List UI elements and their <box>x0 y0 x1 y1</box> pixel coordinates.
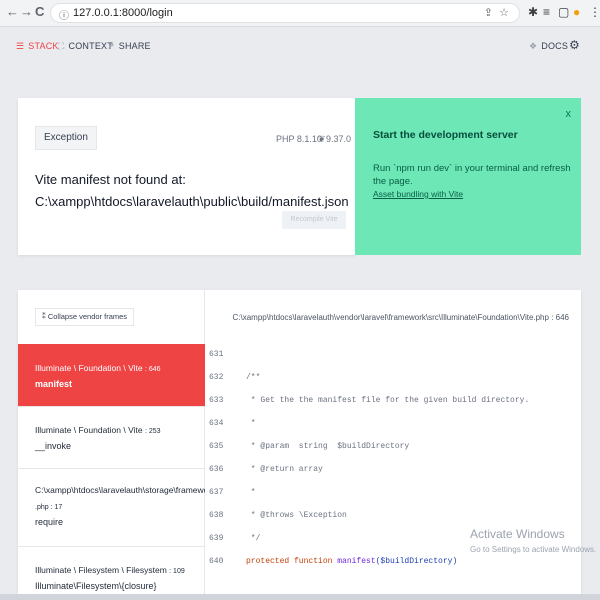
line-number: 638 <box>209 511 224 520</box>
code-line: 637 * <box>205 483 581 506</box>
frame-line: : 646 <box>144 366 161 373</box>
frames-list: ⁑ Collapse vendor frames Illuminate \ Fo… <box>18 290 205 600</box>
nav-docs[interactable]: ❖ DOCS <box>529 41 568 52</box>
code-line: 638 * @throws \Exception <box>205 506 581 529</box>
tab-search-icon[interactable]: ▢ <box>558 5 569 19</box>
frame-method: Illuminate\Filesystem\{closure} <box>35 581 157 591</box>
windows-activation-watermark: Activate Windows Go to Settings to activ… <box>470 527 596 554</box>
frame-line: : 109 <box>169 568 185 575</box>
frame-line: .php : 17 <box>35 504 63 511</box>
line-text: * <box>246 419 256 428</box>
laravel-logo-icon: ❦ <box>318 134 326 144</box>
line-text: */ <box>246 534 261 543</box>
collapse-label: Collapse vendor frames <box>47 312 128 321</box>
code-line: 636 * @return array <box>205 460 581 483</box>
code-line: 633 * Get the the manifest file for the … <box>205 391 581 414</box>
url-text[interactable]: 127.0.0.1:8000/login <box>73 7 173 19</box>
media-icon[interactable]: ≡ <box>543 5 550 19</box>
stack-frame[interactable]: Illuminate \ Foundation \ Vite : 646 man… <box>18 344 205 407</box>
stack-icon: ☰ <box>16 41 25 51</box>
line-text: * <box>246 488 256 497</box>
solution-title: Start the development server <box>373 129 518 141</box>
watermark-subtitle: Go to Settings to activate Windows. <box>470 545 597 554</box>
context-icon: ⛶ <box>58 41 65 51</box>
line-number: 634 <box>209 419 224 428</box>
nav-share[interactable]: ↗ SHARE <box>107 41 151 52</box>
line-number: 632 <box>209 373 224 382</box>
line-text: /** <box>246 373 261 382</box>
code-line: 631 <box>205 345 581 368</box>
file-path-text: C:\xampp\htdocs\laravelauth\vendor\larav… <box>232 313 549 322</box>
forward-icon[interactable]: → <box>20 4 33 19</box>
address-bar[interactable]: ⓘ 127.0.0.1:8000/login ⇪ ☆ <box>50 3 520 23</box>
extensions-icon[interactable]: ✱ <box>528 5 538 19</box>
line-text: * @return array <box>246 465 323 474</box>
line-text: * @throws \Exception <box>246 511 347 520</box>
line-text: protected function manifest($buildDirect… <box>246 557 457 566</box>
share-icon: ↗ <box>107 41 115 51</box>
solution-panel: x Start the development server Run `npm … <box>355 98 581 255</box>
line-number: 635 <box>209 442 224 451</box>
nav-share-label: SHARE <box>118 41 151 51</box>
frame-method: __invoke <box>35 441 72 451</box>
exception-message-line-2: C:\xampp\htdocs\laravelauth\public\build… <box>35 194 349 209</box>
exception-message-line-1: Vite manifest not found at: <box>35 172 186 187</box>
docs-icon: ❖ <box>529 41 538 51</box>
close-icon[interactable]: x <box>566 108 572 120</box>
frame-method: require <box>35 517 64 527</box>
line-number: 633 <box>209 396 224 405</box>
settings-gear-icon[interactable]: ⚙ <box>569 38 580 52</box>
stack-frame[interactable]: C:\xampp\htdocs\laravelauth\storage\fram… <box>18 469 205 547</box>
bookmark-star-icon[interactable]: ☆ <box>499 6 509 19</box>
solution-description: Run `npm run dev` in your terminal and r… <box>373 163 571 187</box>
ignition-nav: ☰ STACK ⛶ CONTEXT ↗ SHARE ❖ DOCS ⚙ <box>0 28 600 66</box>
line-number: 640 <box>209 557 224 566</box>
code-function-name: manifest <box>337 557 376 566</box>
taskbar <box>0 594 600 600</box>
code-arguments: ($buildDirectory) <box>375 557 458 566</box>
file-path[interactable]: C:\xampp\htdocs\laravelauth\vendor\larav… <box>233 313 570 322</box>
nav-docs-label: DOCS <box>541 41 569 51</box>
watermark-title: Activate Windows <box>470 527 565 541</box>
code-line: 635 * @param string $buildDirectory <box>205 437 581 460</box>
browser-menu-icon[interactable]: ⋮ <box>589 5 600 19</box>
nav-context[interactable]: ⛶ CONTEXT <box>58 41 113 52</box>
frame-method: manifest <box>35 379 73 389</box>
nav-stack-label: STACK <box>28 41 59 51</box>
frame-class: Illuminate \ Filesystem \ Filesystem <box>35 565 167 575</box>
collapse-vendor-frames-button[interactable]: ⁑ Collapse vendor frames <box>35 308 135 326</box>
nav-stack[interactable]: ☰ STACK <box>16 41 59 52</box>
code-line: 640 protected function manifest($buildDir… <box>205 552 581 575</box>
line-text: * Get the the manifest file for the give… <box>246 396 530 405</box>
stack-frame[interactable]: Illuminate \ Foundation \ Vite : 253 __i… <box>18 407 205 469</box>
recompile-button[interactable]: Recompile Vite <box>282 211 346 229</box>
line-number: 639 <box>209 534 224 543</box>
line-number: 636 <box>209 465 224 474</box>
line-number: 637 <box>209 488 224 497</box>
browser-toolbar: ← → C ⓘ 127.0.0.1:8000/login ⇪ ☆ ✱ ≡ ▢ ●… <box>0 0 600 27</box>
code-line: 632 /** <box>205 368 581 391</box>
frame-class: C:\xampp\htdocs\laravelauth\storage\fram… <box>35 485 205 495</box>
frame-line: : 253 <box>144 428 161 435</box>
laravel-version: 9.37.0 <box>326 134 352 144</box>
stack-frame[interactable]: Illuminate \ Filesystem \ Filesystem : 1… <box>18 547 205 600</box>
code-line: 634 * <box>205 414 581 437</box>
exception-message: Vite manifest not found at: C:\xampp\htd… <box>35 170 349 212</box>
line-number: 631 <box>209 350 224 359</box>
share-page-icon[interactable]: ⇪ <box>484 6 493 19</box>
reload-icon[interactable]: C <box>35 4 44 19</box>
frame-class: Illuminate \ Foundation \ Vite <box>35 363 143 373</box>
frame-class: Illuminate \ Foundation \ Vite <box>35 425 143 435</box>
exception-card: Exception PHP 8.1.10 ❦ 9.37.0 Vite manif… <box>18 98 355 255</box>
vite-docs-link[interactable]: Asset bundling with Vite <box>373 189 463 199</box>
info-icon[interactable]: ⓘ <box>59 7 69 22</box>
php-version: PHP 8.1.10 <box>276 134 322 144</box>
back-icon[interactable]: ← <box>6 4 19 19</box>
line-text: * @param string $buildDirectory <box>246 442 410 451</box>
profile-icon[interactable]: ● <box>573 5 580 19</box>
file-path-line: : 646 <box>551 313 569 322</box>
code-keyword: protected function <box>246 557 338 566</box>
exception-type-badge: Exception <box>35 126 97 150</box>
